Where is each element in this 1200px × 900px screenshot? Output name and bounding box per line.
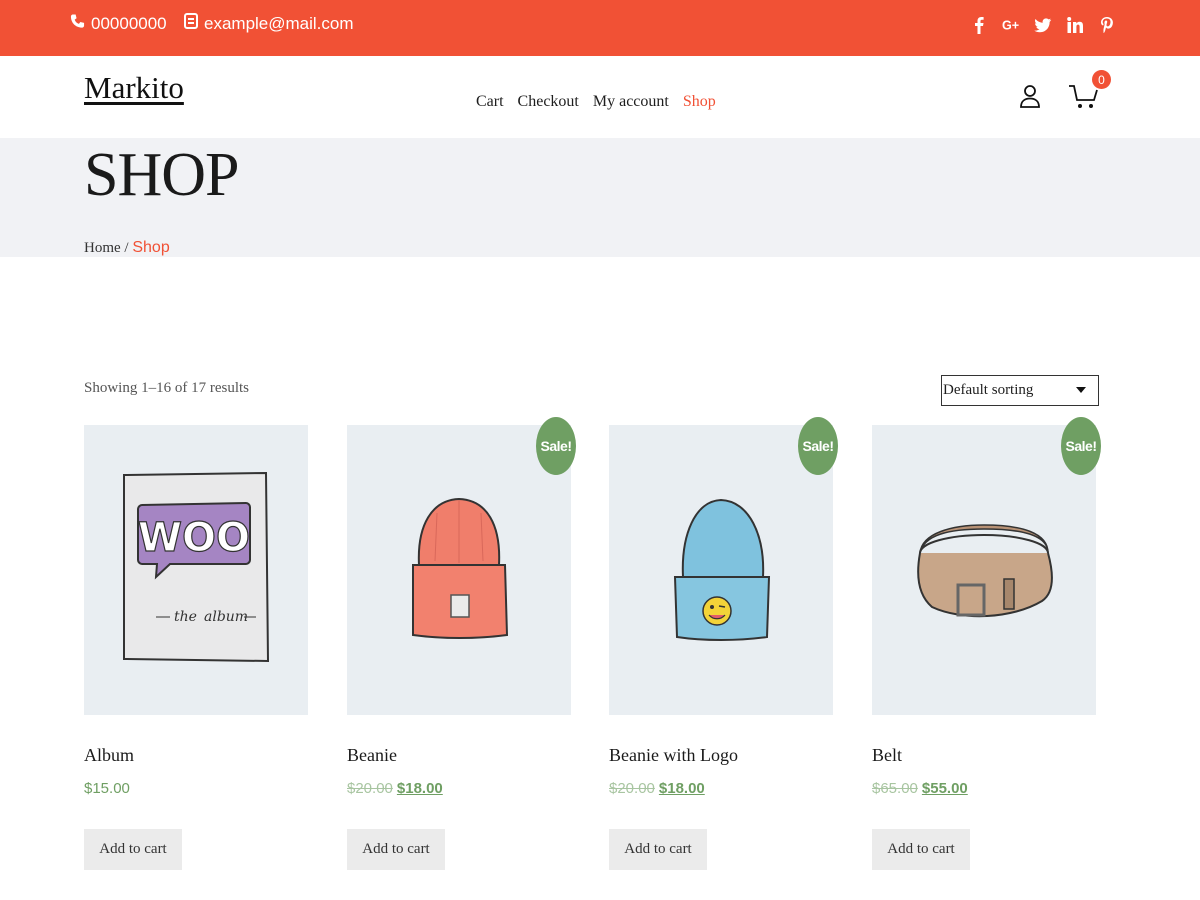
email-address: example@mail.com <box>204 13 354 33</box>
add-to-cart-button[interactable]: Add to cart <box>872 829 970 870</box>
page-title: SHOP <box>84 141 240 209</box>
nav-item-shop[interactable]: Shop <box>683 93 716 111</box>
product-card: WOO the album Album $15.00 Add to cart <box>84 425 308 875</box>
album-illustration: WOO the album <box>123 471 270 663</box>
twitter-icon[interactable] <box>1034 15 1052 35</box>
product-name[interactable]: Belt <box>872 745 902 766</box>
svg-text:album: album <box>204 609 248 625</box>
phone-icon <box>70 13 85 34</box>
original-price: $20.00 <box>609 780 655 797</box>
product-card: Sale! Belt $65.00 $55.00 Add to cart <box>872 417 1101 875</box>
svg-text:WOO: WOO <box>138 515 250 561</box>
product-image[interactable]: Sale! <box>872 417 1101 715</box>
nav-item-checkout[interactable]: Checkout <box>518 93 579 111</box>
product-price: $20.00 $18.00 <box>347 780 443 797</box>
breadcrumb-home[interactable]: Home <box>84 240 121 256</box>
email-contact[interactable]: example@mail.com <box>184 13 354 34</box>
add-to-cart-button[interactable]: Add to cart <box>84 829 182 870</box>
cart-count-badge: 0 <box>1092 70 1111 89</box>
main-nav: Cart Checkout My account Shop <box>476 93 716 111</box>
pinterest-icon[interactable] <box>1098 15 1116 35</box>
svg-text:the: the <box>174 609 197 625</box>
current-price: $18.00 <box>396 780 443 797</box>
nav-item-cart[interactable]: Cart <box>476 93 504 111</box>
facebook-icon[interactable] <box>970 15 988 35</box>
original-price: $20.00 <box>347 780 393 797</box>
product-image[interactable]: Sale! <box>347 417 576 715</box>
sale-badge: Sale! <box>1061 417 1101 475</box>
product-price: $15.00 <box>84 780 130 797</box>
breadcrumb: Home / Shop <box>84 239 170 257</box>
original-price: $65.00 <box>872 780 918 797</box>
product-name[interactable]: Album <box>84 745 134 766</box>
phone-number: 00000000 <box>91 13 167 33</box>
product-price: $20.00 $18.00 <box>609 780 705 797</box>
site-logo[interactable]: Markito <box>84 70 184 106</box>
social-links: G+ <box>970 15 1116 35</box>
svg-text:G+: G+ <box>1002 19 1019 33</box>
product-name[interactable]: Beanie <box>347 745 397 766</box>
product-name[interactable]: Beanie with Logo <box>609 745 738 766</box>
current-price: $18.00 <box>658 780 705 797</box>
product-image[interactable]: Sale! <box>609 417 838 715</box>
sort-select[interactable]: Default sorting <box>941 375 1099 406</box>
sale-badge: Sale! <box>536 417 576 475</box>
result-count: Showing 1–16 of 17 results <box>84 380 249 396</box>
breadcrumb-separator: / <box>124 240 129 256</box>
current-price: $15.00 <box>84 780 130 797</box>
linkedin-icon[interactable] <box>1066 15 1084 35</box>
breadcrumb-current: Shop <box>132 239 170 256</box>
page-title-band: SHOP Home / Shop <box>0 138 1200 257</box>
sort-selected-value: Default sorting <box>943 382 1034 398</box>
chevron-down-icon <box>1076 387 1086 393</box>
product-price: $65.00 $55.00 <box>872 780 968 797</box>
phone-contact[interactable]: 00000000 <box>70 13 167 34</box>
product-card: Sale! Beanie with Logo $20.00 $18.00 Add… <box>609 417 838 875</box>
top-bar: 00000000 example@mail.com G+ <box>0 0 1200 56</box>
beanie-logo-illustration <box>673 498 771 641</box>
beanie-illustration <box>412 497 509 639</box>
product-image[interactable]: WOO the album <box>84 425 308 715</box>
add-to-cart-button[interactable]: Add to cart <box>609 829 707 870</box>
site-header: Markito Cart Checkout My account Shop 0 <box>0 56 1200 138</box>
user-account-icon[interactable] <box>1019 84 1041 108</box>
belt-illustration <box>917 524 1053 618</box>
nav-item-my-account[interactable]: My account <box>593 93 669 111</box>
add-to-cart-button[interactable]: Add to cart <box>347 829 445 870</box>
envelope-icon <box>184 13 198 34</box>
google-plus-icon[interactable]: G+ <box>1002 15 1020 35</box>
current-price: $55.00 <box>921 780 968 797</box>
product-card: Sale! Beanie $20.00 $18.00 Add to cart <box>347 417 576 875</box>
sale-badge: Sale! <box>798 417 838 475</box>
